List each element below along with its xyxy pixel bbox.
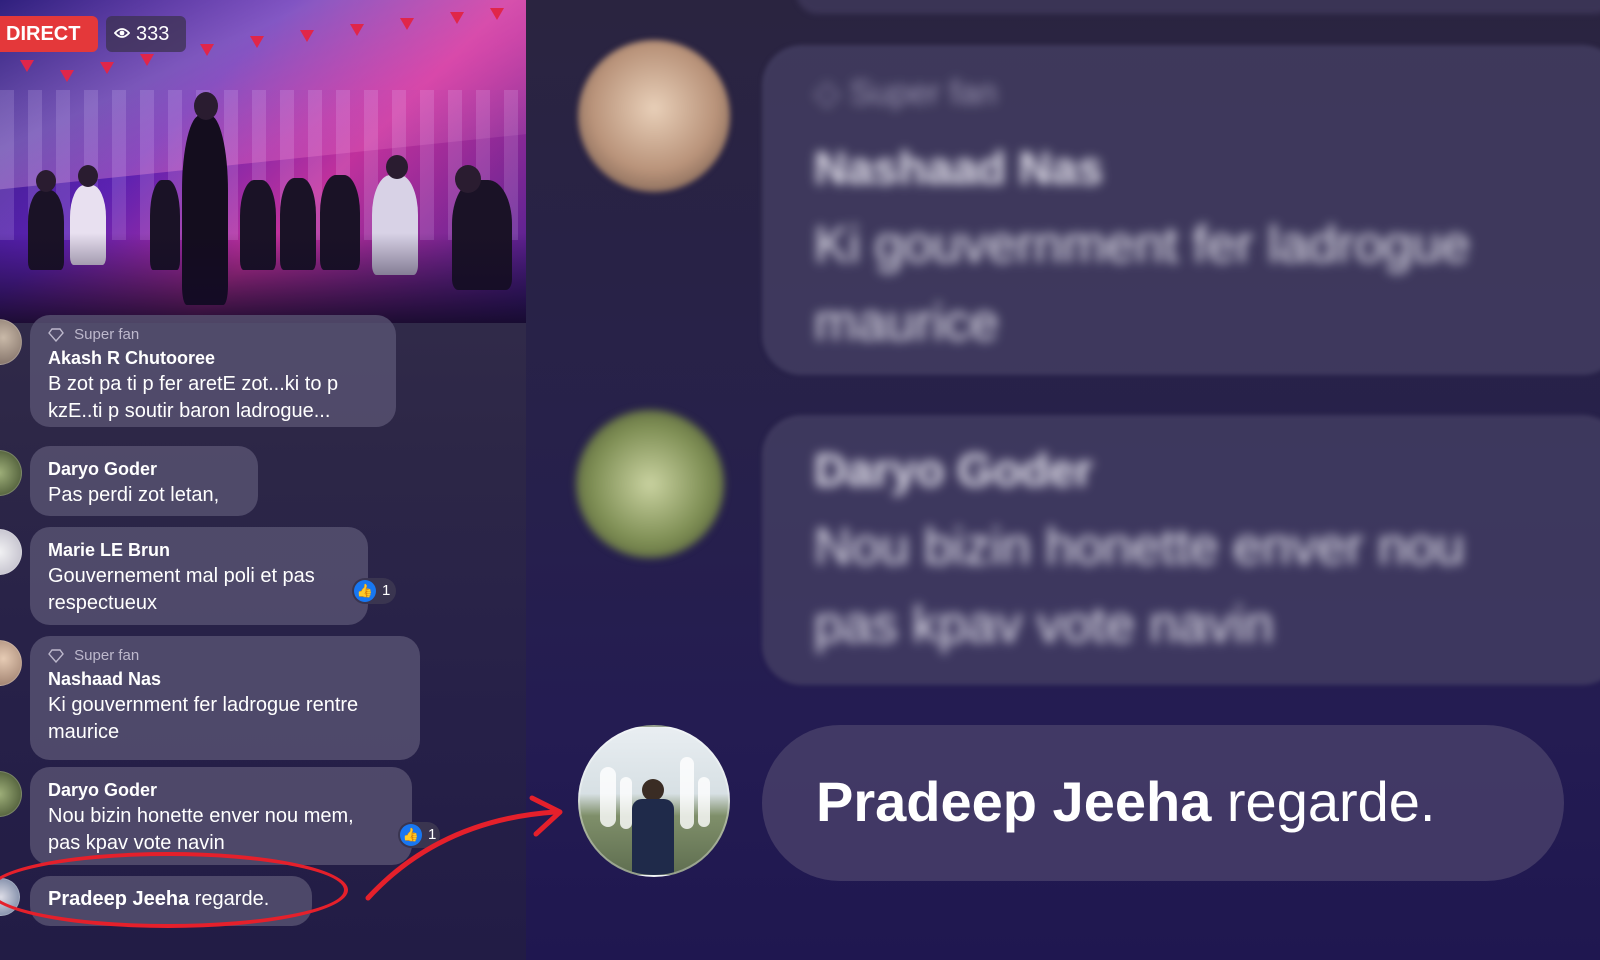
bunting-flag	[400, 18, 414, 30]
comment-text-line: Gouvernement mal poli et pas	[48, 565, 315, 587]
comment-bubble[interactable]: Marie LE Brun Gouvernement mal poli et p…	[30, 527, 368, 625]
bunting-flag	[450, 12, 464, 24]
zoom-avatar	[576, 410, 724, 558]
fountain-jet	[680, 757, 694, 829]
person-suit	[632, 799, 674, 875]
zoomed-comments-panel: ◇ Super fan Nashaad Nas Ki gouvernment f…	[526, 0, 1600, 960]
like-reaction[interactable]: 👍 1	[352, 578, 396, 604]
video-floor	[0, 233, 526, 323]
live-video[interactable]: DIRECT 333	[0, 0, 526, 323]
live-badge: DIRECT	[0, 16, 98, 52]
commenter-name[interactable]: Daryo Goder	[48, 777, 394, 803]
zoom-viewer-joined-bubble: Pradeep Jeeha regarde.	[762, 725, 1564, 881]
thumbs-up-icon: 👍	[354, 580, 376, 602]
zoom-comment-line: Ki gouvernment fer ladrogue	[814, 216, 1471, 274]
comment-bubble[interactable]: Daryo Goder Nou bizin honette enver nou …	[30, 767, 412, 865]
commenter-avatar[interactable]	[0, 319, 22, 365]
superfan-badge: Super fan	[48, 646, 402, 666]
bunting-flag	[490, 8, 504, 20]
zoom-comment-line: pas kpav vote navin	[814, 596, 1274, 654]
zoom-commenter-name: Nashaad Nas	[814, 142, 1103, 194]
annotation-arrow	[365, 795, 563, 901]
commenter-name[interactable]: Marie LE Brun	[48, 537, 350, 563]
audience-head	[455, 165, 481, 193]
like-count: 1	[382, 582, 391, 599]
highlight-ellipse	[0, 852, 348, 928]
audience-head	[78, 165, 98, 187]
fountain-jet	[698, 777, 710, 827]
live-badge-label: DIRECT	[6, 23, 81, 45]
comment-text-line: kzE..ti p soutir baron ladrogue...	[48, 400, 331, 422]
superfan-label: Super fan	[74, 647, 140, 664]
zoom-viewer-joined-text: Pradeep Jeeha regarde.	[816, 769, 1435, 834]
bunting-flag	[300, 30, 314, 42]
superfan-label: Super fan	[74, 326, 140, 343]
zoom-viewer-action: regarde.	[1211, 770, 1436, 833]
bunting-flag	[140, 54, 154, 66]
bunting-flag	[250, 36, 264, 48]
commenter-name[interactable]: Nashaad Nas	[48, 666, 402, 692]
comment-text-line: B zot pa ti p fer aretE zot...ki to p	[48, 373, 339, 395]
comment-text-line: Ki gouvernment fer ladrogue rentre	[48, 694, 359, 716]
bunting-flag	[350, 24, 364, 36]
comment-text-line: Pas perdi zot letan,	[48, 484, 220, 506]
diamond-icon	[48, 328, 64, 343]
comment-bubble[interactable]: Super fan Akash R Chutooree B zot pa ti …	[30, 315, 396, 427]
zoom-comment-bubble: Daryo Goder Nou bizin honette enver nou …	[762, 415, 1600, 685]
audience-head	[386, 155, 408, 179]
viewer-count-badge: 333	[106, 16, 186, 52]
commenter-name[interactable]: Daryo Goder	[48, 456, 240, 482]
comment-text-line: respectueux	[48, 592, 157, 614]
comment-text-line: maurice	[48, 721, 120, 743]
zoom-superfan-label: ◇ Super fan	[814, 74, 998, 112]
commenter-avatar[interactable]	[0, 529, 22, 575]
fountain-jet	[620, 777, 632, 829]
zoom-viewer-name: Pradeep Jeeha	[816, 770, 1212, 833]
zoom-commenter-name: Daryo Goder	[814, 444, 1093, 496]
bunting-flag	[60, 70, 74, 82]
viewer-count: 333	[136, 23, 170, 45]
zoom-comment-line: Nou bizin honette enver nou	[814, 518, 1465, 576]
zoom-viewer-avatar	[578, 725, 730, 877]
comment-text-line: Nou bizin honette enver nou mem,	[48, 805, 354, 827]
comment-bubble[interactable]: Super fan Nashaad Nas Ki gouvernment fer…	[30, 636, 420, 760]
person-head	[642, 779, 664, 801]
commenter-avatar[interactable]	[0, 640, 22, 686]
superfan-badge: Super fan	[48, 325, 378, 345]
zoom-bubble-top	[796, 0, 1600, 14]
zoom-comment-line: maurice	[814, 294, 999, 352]
commenter-avatar[interactable]	[0, 450, 22, 496]
fountain-jet	[600, 767, 616, 827]
commenter-avatar[interactable]	[0, 771, 22, 817]
comment-bubble[interactable]: Daryo Goder Pas perdi zot letan,	[30, 446, 258, 516]
zoom-avatar	[578, 40, 730, 192]
commenter-name[interactable]: Akash R Chutooree	[48, 345, 378, 371]
speaker-head	[194, 92, 218, 120]
diamond-icon	[48, 649, 64, 664]
bunting-flag	[100, 62, 114, 74]
bunting-flag	[20, 60, 34, 72]
bunting-flag	[200, 44, 214, 56]
zoom-comment-bubble: ◇ Super fan Nashaad Nas Ki gouvernment f…	[762, 45, 1600, 375]
audience-head	[36, 170, 56, 192]
eye-icon	[114, 28, 130, 38]
